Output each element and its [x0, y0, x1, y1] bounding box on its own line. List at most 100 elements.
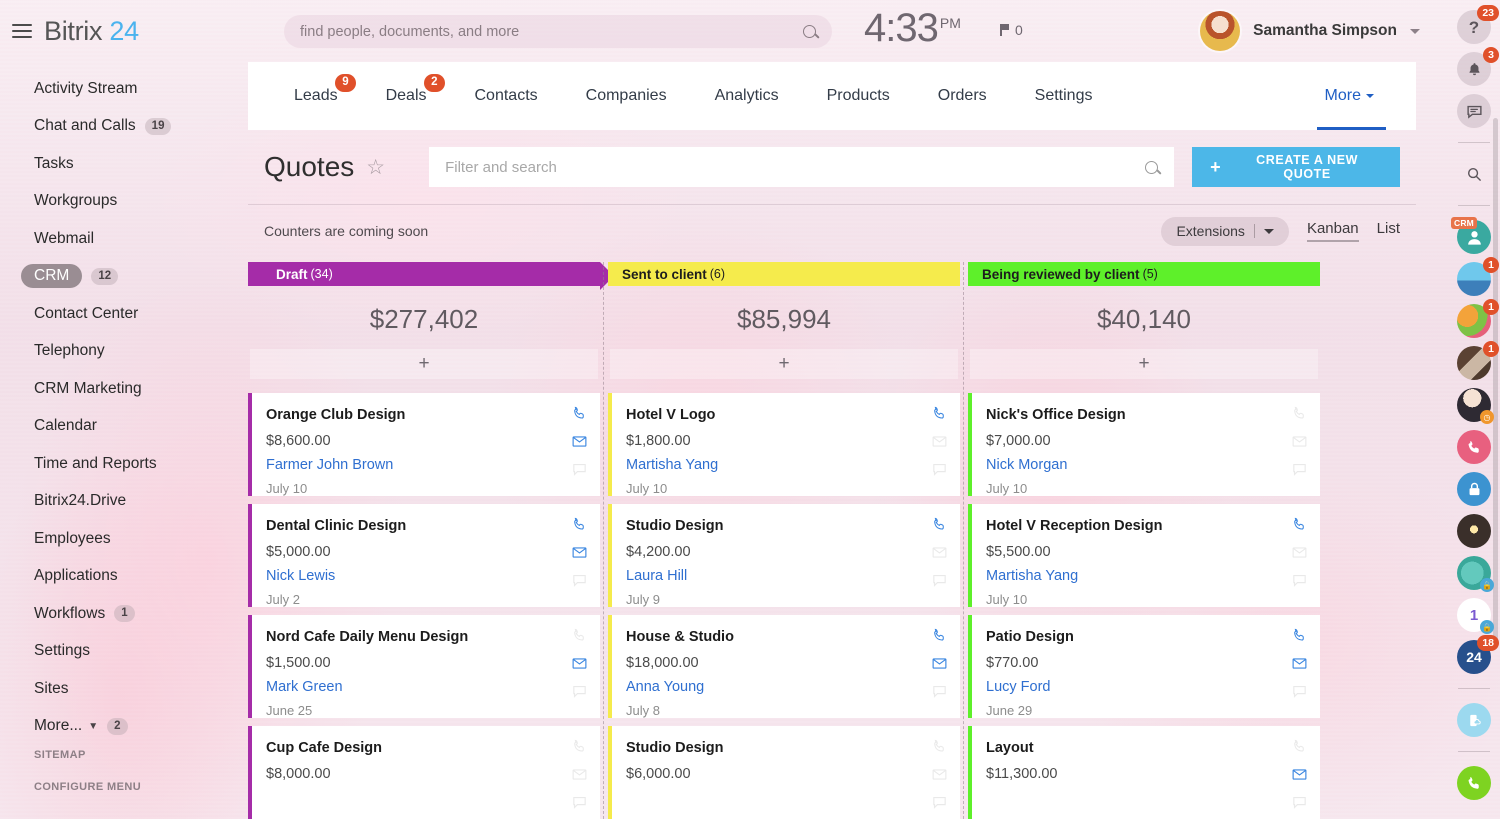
phone-icon[interactable]	[931, 627, 948, 644]
flag-counter[interactable]: 0	[1000, 22, 1023, 38]
column-add-button[interactable]: +	[970, 349, 1318, 380]
tab-more[interactable]: More	[1301, 62, 1394, 130]
card-contact[interactable]: Mark Green	[266, 679, 584, 695]
phone-icon[interactable]	[1291, 627, 1308, 644]
card-contact[interactable]: Martisha Yang	[626, 457, 944, 473]
tab-leads[interactable]: Leads 9	[270, 62, 362, 130]
mail-icon[interactable]	[931, 544, 948, 561]
mail-icon[interactable]	[931, 766, 948, 783]
rail-shortcut-1[interactable]: 1	[1457, 257, 1499, 296]
card-contact[interactable]: Farmer John Brown	[266, 457, 584, 473]
sidebar-item-applications[interactable]: Applications	[0, 558, 248, 596]
hamburger-menu-icon[interactable]	[12, 24, 32, 38]
configure-menu-link[interactable]: CONFIGURE MENU	[34, 781, 248, 793]
global-search-input[interactable]	[300, 23, 803, 40]
mail-icon[interactable]	[931, 655, 948, 672]
phone-icon[interactable]	[571, 516, 588, 533]
sidebar-item-telephony[interactable]: Telephony	[0, 333, 248, 371]
sidebar-item-workflows[interactable]: Workflows 1	[0, 595, 248, 633]
chat-bubble-icon[interactable]	[1291, 683, 1308, 700]
chat-bubble-icon[interactable]	[1291, 572, 1308, 589]
messages-button[interactable]	[1457, 94, 1491, 128]
global-search[interactable]	[284, 15, 832, 48]
chat-bubble-icon[interactable]	[1291, 461, 1308, 478]
chevron-down-icon[interactable]: ▼	[88, 721, 98, 732]
chat-bubble-icon[interactable]	[571, 683, 588, 700]
rail-crm-shortcut[interactable]: CRM	[1451, 217, 1491, 254]
chat-bubble-icon[interactable]	[571, 794, 588, 811]
rail-lock[interactable]	[1457, 472, 1491, 506]
sidebar-item-chat-and-calls[interactable]: Chat and Calls 19	[0, 108, 248, 146]
bitrix24-logo[interactable]: Bitrix 24	[44, 16, 139, 47]
sidebar-item-bitrix24-drive[interactable]: Bitrix24.Drive	[0, 483, 248, 521]
sidebar-item-more[interactable]: More... ▼ 2	[0, 708, 248, 746]
kanban-card[interactable]: Nick's Office Design $7,000.00 Nick Morgan…	[968, 393, 1320, 497]
mail-icon[interactable]	[571, 655, 588, 672]
chevron-down-icon[interactable]	[1263, 228, 1274, 234]
phone-icon[interactable]	[1291, 405, 1308, 422]
column-header[interactable]: Sent to client (6)	[608, 262, 960, 287]
sidebar-item-activity-stream[interactable]: Activity Stream	[0, 70, 248, 108]
sidebar-item-crm-marketing[interactable]: CRM Marketing	[0, 370, 248, 408]
kanban-card[interactable]: Cup Cafe Design $8,000.00	[248, 726, 600, 819]
mail-icon[interactable]	[931, 433, 948, 450]
create-a-new-quote-button[interactable]: + CREATE A NEW QUOTE	[1192, 147, 1400, 187]
card-contact[interactable]: Anna Young	[626, 679, 944, 695]
search-icon[interactable]	[1145, 160, 1159, 174]
kanban-card[interactable]: Dental Clinic Design $5,000.00 Nick Lewis J…	[248, 504, 600, 608]
rail-shortcut-6[interactable]: 🔒	[1457, 556, 1494, 592]
sidebar-item-sites[interactable]: Sites	[0, 670, 248, 708]
mail-icon[interactable]	[1291, 655, 1308, 672]
sidebar-item-crm[interactable]: CRM 12	[0, 258, 248, 296]
column-add-button[interactable]: +	[250, 349, 598, 380]
column-header[interactable]: Draft (34)	[248, 262, 614, 291]
view-list[interactable]: List	[1377, 220, 1400, 242]
kanban-card[interactable]: Orange Club Design $8,600.00 Farmer John B…	[248, 393, 600, 497]
mail-icon[interactable]	[1291, 433, 1308, 450]
tab-deals[interactable]: Deals 2	[362, 62, 451, 130]
phone-icon[interactable]	[931, 738, 948, 755]
rail-call-green[interactable]	[1457, 766, 1491, 800]
sidebar-item-calendar[interactable]: Calendar	[0, 408, 248, 446]
column-header[interactable]: Being reviewed by client (5)	[968, 262, 1320, 287]
rail-shortcut-5[interactable]	[1457, 514, 1491, 548]
phone-icon[interactable]	[931, 405, 948, 422]
sidebar-item-settings[interactable]: Settings	[0, 633, 248, 671]
phone-icon[interactable]	[931, 516, 948, 533]
chat-bubble-icon[interactable]	[931, 794, 948, 811]
phone-icon[interactable]	[571, 405, 588, 422]
phone-icon[interactable]	[571, 627, 588, 644]
rail-bitrix24-shortcut[interactable]: 24 18	[1457, 635, 1499, 674]
mail-icon[interactable]	[571, 766, 588, 783]
avatar[interactable]	[1200, 11, 1241, 51]
kanban-card[interactable]: Hotel V Logo $1,800.00 Martisha Yang July 1…	[608, 393, 960, 497]
chat-bubble-icon[interactable]	[571, 572, 588, 589]
user-menu[interactable]: Samantha Simpson	[1200, 11, 1420, 51]
tab-companies[interactable]: Companies	[562, 62, 691, 130]
chat-bubble-icon[interactable]	[1291, 794, 1308, 811]
phone-icon[interactable]	[1291, 516, 1308, 533]
mail-icon[interactable]	[571, 544, 588, 561]
extensions-dropdown[interactable]: Extensions	[1161, 216, 1289, 246]
kanban-card[interactable]: Nord Cafe Daily Menu Design $1,500.00 Mark…	[248, 615, 600, 719]
rail-call-pink[interactable]	[1457, 430, 1491, 464]
rail-search-button[interactable]	[1457, 157, 1491, 191]
chat-bubble-icon[interactable]	[571, 461, 588, 478]
tab-orders[interactable]: Orders	[914, 62, 1011, 130]
view-kanban[interactable]: Kanban	[1306, 220, 1359, 242]
chat-bubble-icon[interactable]	[931, 683, 948, 700]
mail-icon[interactable]	[1291, 544, 1308, 561]
sidebar-item-time-and-reports[interactable]: Time and Reports	[0, 445, 248, 483]
sidebar-item-contact-center[interactable]: Contact Center	[0, 295, 248, 333]
phone-icon[interactable]	[571, 738, 588, 755]
chat-bubble-icon[interactable]	[931, 461, 948, 478]
tab-settings[interactable]: Settings	[1011, 62, 1117, 130]
tab-products[interactable]: Products	[803, 62, 914, 130]
mail-icon[interactable]	[1291, 766, 1308, 783]
sidebar-item-webmail[interactable]: Webmail	[0, 220, 248, 258]
rail-shortcut-3[interactable]: 1	[1457, 341, 1499, 380]
favorite-star-icon[interactable]: ☆	[366, 157, 385, 178]
filter-search[interactable]	[429, 147, 1175, 187]
mail-icon[interactable]	[571, 433, 588, 450]
filter-search-input[interactable]	[445, 158, 1146, 176]
